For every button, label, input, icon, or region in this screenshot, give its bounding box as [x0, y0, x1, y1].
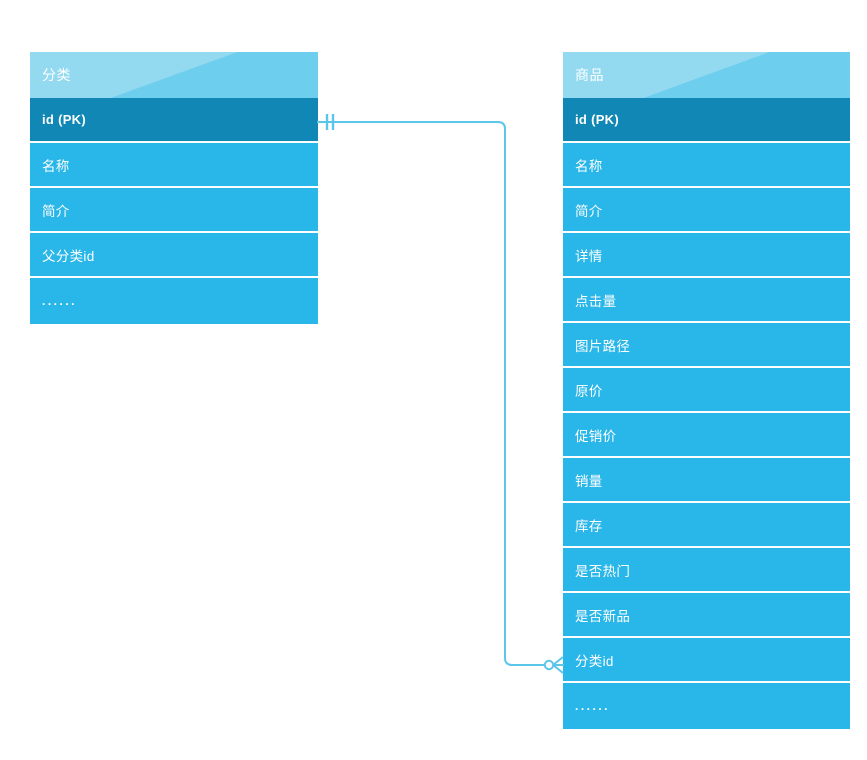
attribute-label: 是否新品: [575, 608, 631, 624]
attribute-row[interactable]: 父分类id: [30, 233, 318, 278]
attribute-row[interactable]: 是否热门: [563, 548, 850, 593]
attribute-row[interactable]: 促销价: [563, 413, 850, 458]
attribute-row[interactable]: 原价: [563, 368, 850, 413]
attribute-label: ......: [575, 699, 611, 713]
attribute-label: 是否热门: [575, 563, 631, 579]
entity-table-category[interactable]: 分类 id (PK) 名称简介父分类id......: [30, 52, 318, 324]
entity-table-product[interactable]: 商品 id (PK) 名称简介详情点击量图片路径原价促销价销量库存是否热门是否新品分…: [563, 52, 850, 729]
attribute-label: 促销价: [575, 428, 617, 444]
attribute-label: 分类id: [575, 653, 614, 669]
diagram-canvas: 分类 id (PK) 名称简介父分类id...... 商品 id (PK) 名称简介详情点…: [0, 0, 867, 760]
attribute-label: id (PK): [42, 112, 86, 127]
attribute-row[interactable]: 点击量: [563, 278, 850, 323]
attribute-row[interactable]: 名称: [563, 143, 850, 188]
attribute-label: 原价: [575, 383, 603, 399]
attribute-list-category: id (PK) 名称简介父分类id......: [30, 98, 318, 324]
cardinality-exactly-one-marker: [325, 114, 335, 130]
attribute-row[interactable]: 图片路径: [563, 323, 850, 368]
attribute-label: 详情: [575, 248, 603, 264]
attribute-label: 名称: [42, 158, 70, 174]
attribute-row[interactable]: 详情: [563, 233, 850, 278]
attribute-label: 父分类id: [42, 248, 95, 264]
attribute-label: id (PK): [575, 112, 619, 127]
attribute-row[interactable]: 分类id: [563, 638, 850, 683]
entity-title-product: 商品: [575, 67, 604, 83]
attribute-row[interactable]: ......: [563, 683, 850, 729]
attribute-row[interactable]: 库存: [563, 503, 850, 548]
attribute-label: 名称: [575, 158, 603, 174]
attribute-label: 图片路径: [575, 338, 631, 354]
cardinality-zero-or-many-marker: [543, 656, 564, 674]
attribute-row-primary-key[interactable]: id (PK): [30, 98, 318, 143]
attribute-label: 库存: [575, 518, 603, 534]
attribute-row[interactable]: 是否新品: [563, 593, 850, 638]
attribute-label: 简介: [575, 203, 603, 219]
attribute-label: 点击量: [575, 293, 617, 309]
attribute-row[interactable]: 简介: [563, 188, 850, 233]
attribute-list-product: id (PK) 名称简介详情点击量图片路径原价促销价销量库存是否热门是否新品分类i…: [563, 98, 850, 729]
entity-header-product[interactable]: 商品: [563, 52, 850, 98]
attribute-row-primary-key[interactable]: id (PK): [563, 98, 850, 143]
relationship-line-category-product[interactable]: [317, 121, 564, 666]
attribute-row[interactable]: 销量: [563, 458, 850, 503]
attribute-label: 销量: [575, 473, 603, 489]
attribute-label: ......: [42, 294, 78, 308]
attribute-label: 简介: [42, 203, 70, 219]
entity-title-category: 分类: [42, 67, 71, 83]
attribute-row[interactable]: ......: [30, 278, 318, 324]
attribute-row[interactable]: 名称: [30, 143, 318, 188]
attribute-row[interactable]: 简介: [30, 188, 318, 233]
entity-header-category[interactable]: 分类: [30, 52, 318, 98]
